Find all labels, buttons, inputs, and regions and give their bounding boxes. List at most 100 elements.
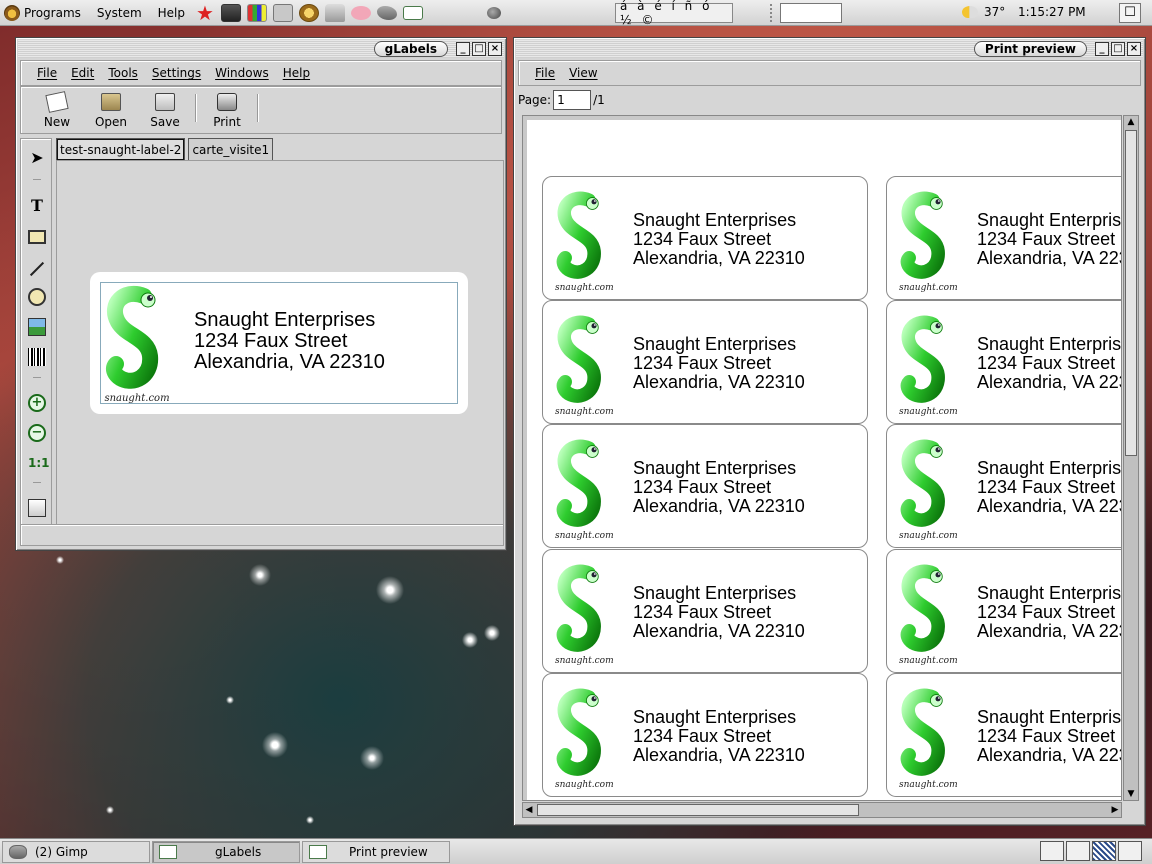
glabels-icon (159, 844, 177, 859)
tab-carte-visite1[interactable]: carte_visite1 (188, 138, 274, 160)
close-button[interactable]: × (1127, 42, 1141, 56)
horizontal-scrollbar[interactable]: ◀ ▶ (522, 802, 1122, 818)
vertical-scrollbar[interactable]: ▲ ▼ (1123, 115, 1139, 801)
label-editor[interactable]: snaught.com Snaught Enterprises 1234 Fau… (90, 272, 468, 414)
image-tool-icon[interactable] (28, 318, 46, 336)
weather-applet[interactable]: 37° (962, 5, 1005, 19)
menu-file[interactable]: File (535, 66, 555, 80)
select-arrow-icon[interactable]: ➤ (28, 149, 46, 167)
preview-label: snaught.com Snaught Enterprises1234 Faux … (886, 424, 1121, 548)
label-canvas[interactable]: snaught.com Snaught Enterprises 1234 Fau… (56, 160, 504, 526)
horizontal-scroll-thumb[interactable] (537, 804, 859, 816)
zoom-in-icon[interactable]: + (28, 394, 46, 412)
scroll-right-arrow-icon[interactable]: ▶ (1109, 803, 1121, 817)
character-palette[interactable]: á à é í ñ ó ½ © (615, 0, 733, 27)
address-line-3: Alexandria, VA 22310 (977, 744, 1121, 765)
logo-caption: snaught.com (899, 407, 958, 417)
maximize-button[interactable]: □ (1111, 42, 1125, 56)
system-menu[interactable]: System (89, 6, 150, 20)
star-icon[interactable]: ★ (195, 3, 215, 23)
workspace-3[interactable] (1092, 841, 1116, 861)
help-menu[interactable]: Help (150, 6, 193, 20)
address-line-3: Alexandria, VA 22310 (977, 371, 1121, 392)
tab-test-snaught-label-2[interactable]: test-snaught-label-2 (56, 138, 186, 160)
page-number-input[interactable]: 1 (553, 90, 592, 110)
snake-s-logo-icon (556, 688, 601, 776)
gimp-icon[interactable] (377, 5, 397, 20)
task-glabels[interactable]: gLabels (152, 840, 300, 863)
menu-tools[interactable]: Tools (108, 66, 138, 80)
book-icon[interactable] (273, 3, 293, 22)
line-tool-icon[interactable] (29, 261, 45, 277)
vertical-scroll-thumb[interactable] (1125, 130, 1137, 456)
toolbar-separator (257, 94, 259, 122)
label-icon[interactable] (403, 5, 423, 20)
workspace-1[interactable] (1040, 841, 1064, 861)
glabels-titlebar[interactable]: gLabels _ □ × (18, 40, 504, 58)
cup-icon[interactable] (325, 3, 345, 22)
preview-viewport[interactable]: snaught.com Snaught Enterprises 1234 Faux … (522, 115, 1122, 801)
address-line-1: Snaught Enterprises (633, 707, 797, 727)
logo-caption: snaught.com (555, 531, 614, 541)
glabels-menubar: File Edit Tools Settings Windows Help (20, 60, 502, 86)
label-address: Snaught Enterprises1234 Faux StreetAlexa… (977, 459, 1121, 516)
scroll-down-arrow-icon[interactable]: ▼ (1124, 788, 1138, 800)
menu-settings[interactable]: Settings (152, 66, 201, 80)
snake-s-logo-icon (556, 315, 601, 403)
print-button[interactable]: Print (207, 93, 247, 129)
address-line-2: 1234 Faux Street (977, 725, 1116, 746)
maximize-button[interactable]: □ (472, 42, 486, 56)
task-label: gLabels (215, 844, 262, 859)
menu-file[interactable]: File (37, 66, 57, 80)
clock[interactable]: 1:15:27 PM (1018, 5, 1086, 19)
new-button[interactable]: New (37, 91, 77, 129)
document-tabs: test-snaught-label-2 carte_visite1 (56, 138, 274, 160)
panel-handle[interactable] (770, 4, 776, 22)
minimize-button[interactable]: _ (1095, 42, 1109, 56)
menu-windows[interactable]: Windows (215, 66, 269, 80)
text-tool-icon[interactable]: T (28, 197, 46, 215)
close-button[interactable]: × (488, 42, 502, 56)
preview-titlebar[interactable]: Print preview _ □ × (516, 40, 1143, 58)
save-disk-icon (155, 93, 175, 111)
box-tool-icon[interactable] (28, 230, 46, 244)
terminal-icon[interactable] (221, 3, 241, 22)
palette-separator (33, 179, 41, 180)
address-line-1: Snaught Enterprises (977, 334, 1122, 354)
pig-icon[interactable] (351, 5, 371, 20)
menu-edit[interactable]: Edit (71, 66, 94, 80)
status-bar (20, 524, 504, 546)
temperature: 37° (984, 5, 1006, 19)
mouse-icon (487, 6, 501, 19)
menu-help[interactable]: Help (283, 66, 310, 80)
save-button[interactable]: Save (145, 93, 185, 129)
programs-menu-label: Programs (24, 5, 81, 20)
barcode-tool-icon[interactable] (28, 348, 46, 366)
zoom-1to1-icon[interactable]: 1:1 (28, 454, 50, 472)
label-address[interactable]: Snaught Enterprises 1234 Faux Street Ale… (194, 310, 385, 373)
scroll-left-arrow-icon[interactable]: ◀ (523, 803, 535, 817)
chart-icon[interactable] (247, 3, 267, 22)
address-line-2: 1234 Faux Street (633, 476, 772, 497)
command-entry[interactable] (780, 3, 842, 23)
logo-caption: snaught.com (104, 393, 170, 404)
menu-view[interactable]: View (569, 66, 597, 80)
workspace-2[interactable] (1066, 841, 1090, 861)
scroll-up-arrow-icon[interactable]: ▲ (1124, 116, 1138, 128)
open-folder-icon (101, 93, 121, 111)
minimize-button[interactable]: _ (456, 42, 470, 56)
zoom-out-icon[interactable]: − (28, 424, 46, 442)
merge-properties-icon[interactable] (28, 499, 46, 517)
open-button[interactable]: Open (91, 93, 131, 129)
partly-cloudy-icon (962, 6, 978, 18)
address-line-2: 1234 Faux Street (633, 725, 772, 746)
globe-icon[interactable] (299, 3, 319, 22)
workspace-4[interactable] (1118, 841, 1142, 861)
snaught-logo[interactable]: snaught.com (104, 282, 170, 404)
programs-menu[interactable]: Programs (0, 4, 89, 21)
task-print-preview[interactable]: Print preview (302, 840, 450, 863)
ellipse-tool-icon[interactable] (28, 288, 46, 306)
label-address: Snaught Enterprises1234 Faux StreetAlexa… (977, 211, 1121, 268)
panel-close-button[interactable]: ☐ (1119, 3, 1141, 23)
task-gimp[interactable]: (2) Gimp (2, 840, 150, 863)
